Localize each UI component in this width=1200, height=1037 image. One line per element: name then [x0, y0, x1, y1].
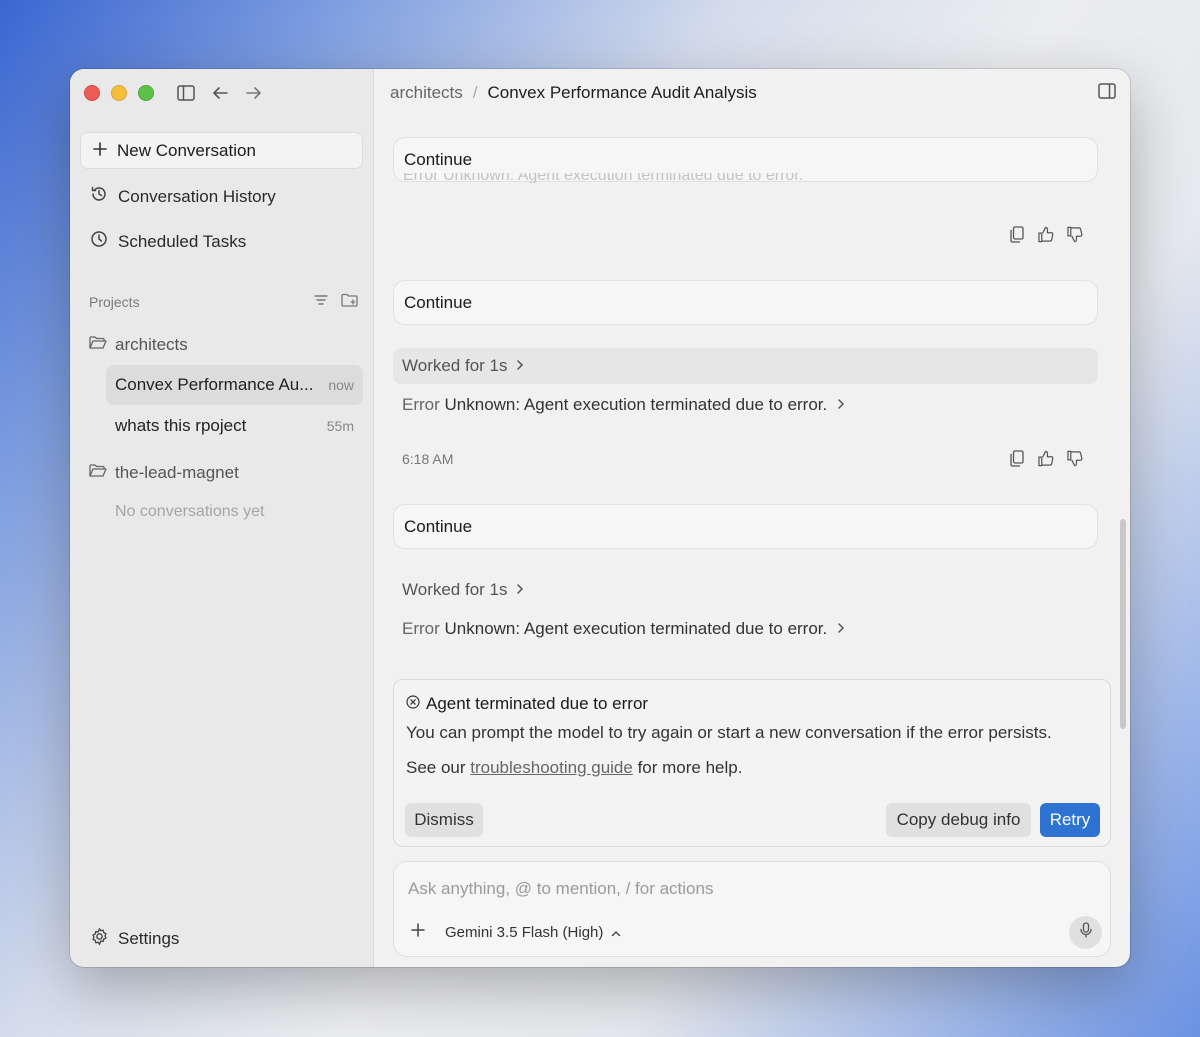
- settings-label: Settings: [118, 929, 180, 948]
- worked-for-toggle[interactable]: Worked for 1s: [393, 572, 1098, 608]
- user-message: Continue: [393, 504, 1098, 549]
- projects-header: Projects: [89, 293, 359, 310]
- thumbs-up-icon[interactable]: [1038, 226, 1055, 243]
- filter-icon[interactable]: [313, 293, 329, 310]
- scrollbar-thumb[interactable]: [1120, 519, 1126, 729]
- folder-open-icon: [89, 463, 107, 483]
- copy-icon[interactable]: [1009, 226, 1026, 243]
- maximize-window-button[interactable]: [138, 85, 154, 101]
- scheduled-tasks-item[interactable]: Scheduled Tasks: [90, 230, 246, 253]
- copy-icon[interactable]: [1009, 450, 1026, 467]
- folder-name: architects: [115, 335, 188, 354]
- error-card: Agent terminated due to error You can pr…: [393, 679, 1111, 847]
- new-conversation-label: New Conversation: [117, 140, 256, 160]
- chevron-right-icon: [837, 619, 845, 639]
- gear-icon: [90, 927, 109, 951]
- thumbs-down-icon[interactable]: [1067, 226, 1084, 243]
- help-suffix: for more help.: [632, 758, 743, 777]
- dismiss-button[interactable]: Dismiss: [405, 803, 483, 837]
- conversation-history-label: Conversation History: [118, 186, 276, 206]
- main-panel: architects / Convex Performance Audit An…: [375, 69, 1130, 967]
- microphone-icon: [1079, 922, 1092, 943]
- message-actions: [1009, 226, 1084, 243]
- new-conversation-button[interactable]: New Conversation: [80, 132, 363, 169]
- composer: Ask anything, @ to mention, / for action…: [393, 861, 1111, 957]
- error-text: Unknown: Agent execution terminated due …: [444, 619, 828, 638]
- plus-icon: [93, 141, 107, 161]
- conversation-time: 55m: [326, 418, 354, 434]
- user-message-text: Continue: [404, 292, 473, 312]
- error-card-title-text: Agent terminated due to error: [426, 694, 649, 713]
- conversation-title: whats this rpoject: [115, 416, 247, 435]
- conversation-item[interactable]: whats this rpoject 55m: [106, 406, 363, 446]
- help-prefix: See our: [406, 758, 471, 777]
- breadcrumb: architects / Convex Performance Audit An…: [390, 83, 757, 103]
- add-attachment-icon[interactable]: [411, 923, 425, 942]
- sidebar-toggle-icon[interactable]: [176, 83, 196, 103]
- folder-name: the-lead-magnet: [115, 463, 239, 482]
- sidebar-toolbar: [176, 83, 264, 103]
- user-message-text: Continue: [404, 149, 473, 169]
- projects-actions: [313, 293, 359, 310]
- message-timestamp: 6:18 AM: [402, 451, 454, 467]
- app-window: New Conversation Conversation History Sc…: [70, 69, 1130, 967]
- error-label: Error: [402, 395, 440, 414]
- breadcrumb-project[interactable]: architects: [390, 83, 463, 103]
- copy-debug-info-button[interactable]: Copy debug info: [886, 803, 1031, 837]
- scheduled-tasks-label: Scheduled Tasks: [118, 231, 247, 251]
- worked-for-toggle[interactable]: Worked for 1s: [393, 348, 1098, 384]
- worked-for-label: Worked for 1s: [402, 580, 508, 599]
- project-folder-architects[interactable]: architects: [89, 335, 188, 355]
- user-message: Continue: [393, 280, 1098, 325]
- project-folder-the-lead-magnet[interactable]: the-lead-magnet: [89, 463, 239, 483]
- error-line[interactable]: Error Unknown: Agent execution terminate…: [402, 395, 845, 415]
- history-icon: [90, 185, 108, 208]
- chevron-right-icon: [516, 580, 524, 600]
- message-actions: [1009, 450, 1084, 467]
- conversation-item-active[interactable]: Convex Performance Au... now: [106, 365, 363, 405]
- settings-button[interactable]: Settings: [90, 927, 179, 951]
- microphone-button[interactable]: [1069, 916, 1102, 949]
- sidebar: New Conversation Conversation History Sc…: [70, 69, 374, 967]
- user-message-text: Continue: [404, 516, 473, 536]
- chevron-right-icon: [837, 395, 845, 415]
- new-folder-icon[interactable]: [341, 293, 359, 310]
- conversation-time: now: [328, 377, 354, 393]
- window-controls: [84, 85, 154, 101]
- error-line[interactable]: Error Unknown: Agent execution terminate…: [402, 619, 845, 639]
- back-arrow-icon[interactable]: [210, 83, 230, 103]
- clock-icon: [90, 230, 108, 253]
- retry-button[interactable]: Retry: [1040, 803, 1100, 837]
- conversation-history-item[interactable]: Conversation History: [90, 185, 276, 208]
- error-card-body: You can prompt the model to try again or…: [406, 723, 1052, 742]
- error-circle-icon: [406, 694, 420, 714]
- empty-conversations-text: No conversations yet: [115, 503, 265, 520]
- thumbs-up-icon[interactable]: [1038, 450, 1055, 467]
- model-name: Gemini 3.5 Flash (High): [445, 924, 604, 941]
- conversation-title: Convex Performance Au...: [115, 375, 314, 394]
- worked-for-label: Worked for 1s: [402, 356, 508, 375]
- error-card-title: Agent terminated due to error: [406, 694, 648, 714]
- page-title: Convex Performance Audit Analysis: [487, 83, 757, 102]
- error-card-help: See our troubleshooting guide for more h…: [406, 758, 742, 778]
- minimize-window-button[interactable]: [111, 85, 127, 101]
- folder-open-icon: [89, 335, 107, 355]
- troubleshooting-guide-link[interactable]: troubleshooting guide: [470, 758, 633, 777]
- thumbs-down-icon[interactable]: [1067, 450, 1084, 467]
- breadcrumb-separator: /: [472, 83, 478, 102]
- faded-error-text: Error Unknown: Agent execution terminate…: [403, 173, 804, 183]
- right-panel-toggle-icon[interactable]: [1098, 83, 1116, 104]
- close-window-button[interactable]: [84, 85, 100, 101]
- chevron-right-icon: [516, 356, 524, 376]
- forward-arrow-icon[interactable]: [244, 83, 264, 103]
- error-text: Unknown: Agent execution terminated due …: [444, 395, 828, 414]
- model-selector[interactable]: Gemini 3.5 Flash (High): [445, 924, 621, 941]
- error-label: Error: [402, 619, 440, 638]
- message-input[interactable]: Ask anything, @ to mention, / for action…: [408, 879, 713, 899]
- chevron-up-icon: [611, 924, 621, 941]
- projects-label: Projects: [89, 293, 140, 310]
